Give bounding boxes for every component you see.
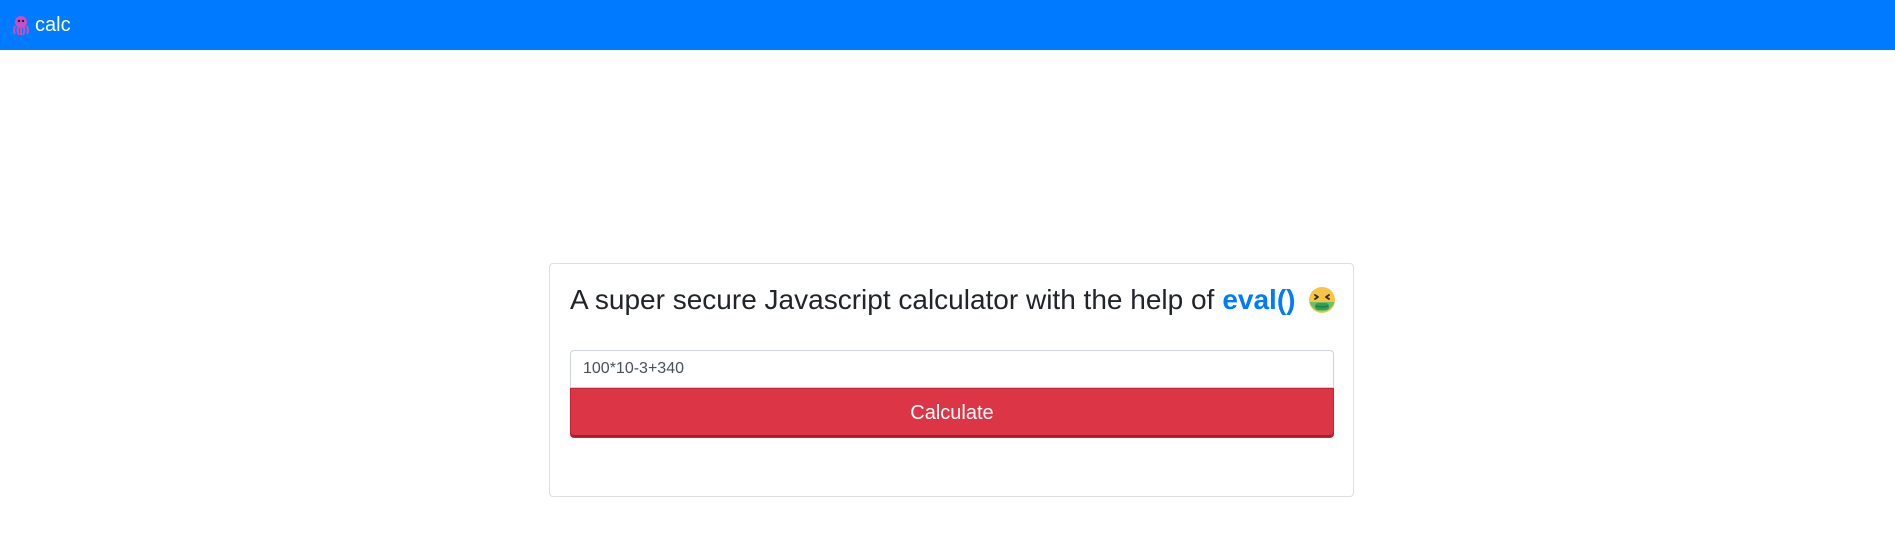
expression-input[interactable] xyxy=(570,350,1334,388)
calculate-button[interactable]: Calculate xyxy=(570,388,1334,438)
brand-label: calc xyxy=(35,13,71,36)
navbar-brand[interactable]: calc xyxy=(10,14,71,37)
nauseated-face-icon xyxy=(1307,285,1337,315)
card-title: A super secure Javascript calculator wit… xyxy=(570,284,1337,316)
octopus-icon xyxy=(10,14,32,36)
eval-link[interactable]: eval() xyxy=(1222,284,1295,316)
top-navbar: calc xyxy=(0,0,1895,50)
title-text: A super secure Javascript calculator wit… xyxy=(570,284,1215,315)
calculator-card: A super secure Javascript calculator wit… xyxy=(549,263,1354,497)
